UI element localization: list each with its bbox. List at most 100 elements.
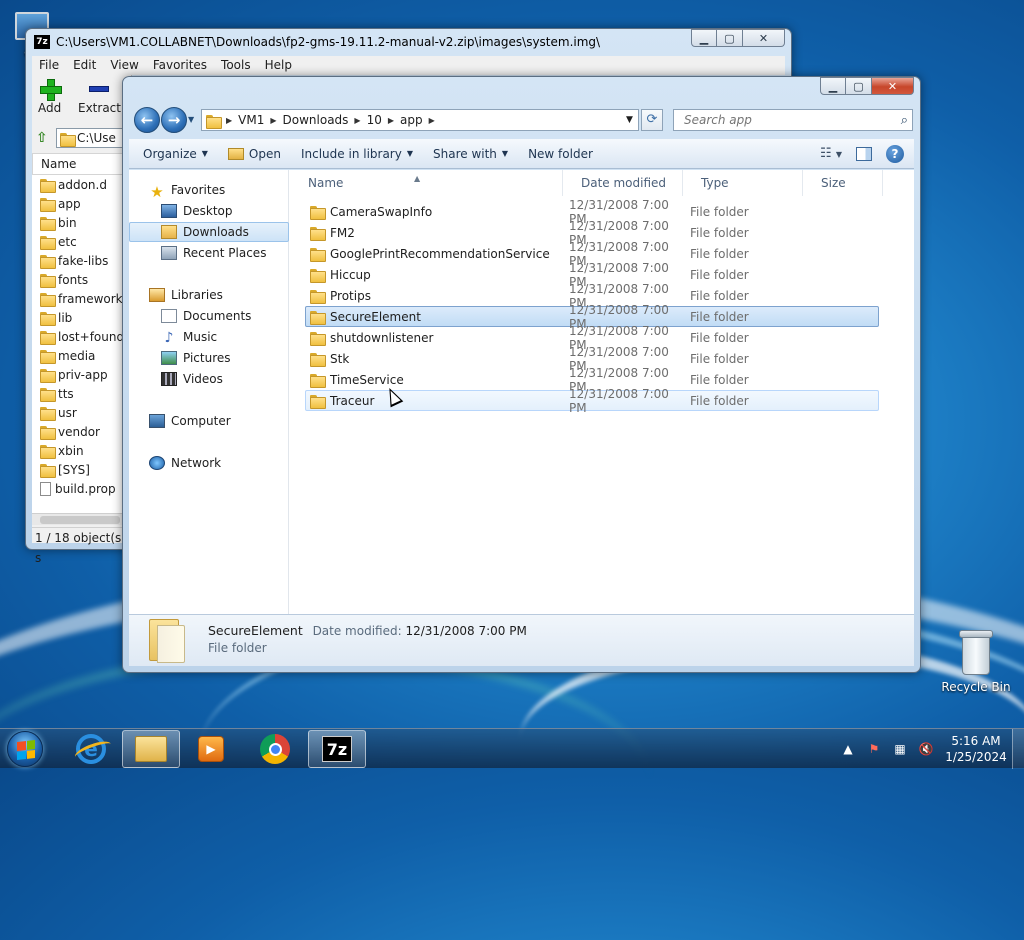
organize-button[interactable]: Organize ▼ xyxy=(129,139,218,169)
column-date-modified[interactable]: Date modified xyxy=(563,170,683,196)
search-input[interactable] xyxy=(682,112,901,128)
menu-favorites[interactable]: Favorites xyxy=(146,56,214,75)
menu-edit[interactable]: Edit xyxy=(66,56,103,75)
list-item[interactable]: addon.d xyxy=(32,175,131,194)
open-button[interactable]: Open xyxy=(218,139,291,169)
include-in-library-button[interactable]: Include in library ▼ xyxy=(291,139,423,169)
breadcrumb-vm1[interactable]: VM1 xyxy=(238,113,264,127)
extract-button[interactable]: Extract xyxy=(78,79,121,115)
breadcrumb-app[interactable]: app xyxy=(400,113,423,127)
list-item[interactable]: xbin xyxy=(32,441,131,460)
change-view-icon[interactable]: ☷ ▼ xyxy=(820,146,842,161)
column-type-label: Type xyxy=(701,176,729,190)
taskbar-internet-explorer[interactable]: e xyxy=(62,730,120,768)
start-button[interactable] xyxy=(7,731,43,767)
list-item[interactable]: media xyxy=(32,346,131,365)
desktop-icon-recycle-bin[interactable]: Recycle Bin xyxy=(940,630,1012,694)
taskbar-chrome[interactable] xyxy=(246,730,304,768)
menu-file[interactable]: File xyxy=(32,56,66,75)
nav-label: Pictures xyxy=(183,351,231,365)
explorer-close-button[interactable]: ✕ xyxy=(872,77,914,95)
list-item[interactable]: lib xyxy=(32,308,131,327)
minimize-button[interactable]: ▁ xyxy=(691,29,717,47)
nav-documents[interactable]: Documents xyxy=(129,306,289,326)
share-with-button[interactable]: Share with ▼ xyxy=(423,139,518,169)
refresh-button[interactable]: ⟳ xyxy=(641,109,663,131)
help-icon[interactable]: ? xyxy=(886,144,904,163)
column-type[interactable]: Type xyxy=(683,170,803,196)
add-button[interactable]: Add xyxy=(38,79,62,115)
nav-videos[interactable]: Videos xyxy=(129,369,289,389)
breadcrumb-separator-icon[interactable]: ▶ xyxy=(226,116,232,125)
explorer-minimize-button[interactable]: ▁ xyxy=(820,77,846,95)
list-item[interactable]: framework xyxy=(32,289,131,308)
breadcrumb-downloads[interactable]: Downloads xyxy=(283,113,349,127)
address-dropdown-icon[interactable]: ▼ xyxy=(620,115,638,125)
list-item[interactable]: lost+found xyxy=(32,327,131,346)
nav-network[interactable]: Network xyxy=(129,453,289,473)
list-item[interactable]: build.prop xyxy=(32,479,131,498)
7zip-title-text: C:\Users\VM1.COLLABNET\Downloads\fp2-gms… xyxy=(56,35,601,49)
7zip-path-box[interactable]: C:\Use xyxy=(56,128,131,148)
extract-label: Extract xyxy=(78,101,121,115)
nav-recent-places[interactable]: Recent Places xyxy=(129,243,289,263)
recycle-bin-icon xyxy=(959,630,993,676)
7zip-column-name[interactable]: Name xyxy=(32,153,131,175)
organize-label: Organize xyxy=(143,146,197,161)
menu-help[interactable]: Help xyxy=(258,56,299,75)
nav-libraries[interactable]: Libraries xyxy=(129,285,289,305)
network-status-icon[interactable]: ▦ xyxy=(892,741,908,757)
breadcrumb-separator-icon[interactable]: ▶ xyxy=(429,116,435,125)
list-item[interactable]: fake-libs xyxy=(32,251,131,270)
list-item[interactable]: [SYS] xyxy=(32,460,131,479)
sort-ascending-icon: ▲ xyxy=(414,174,421,183)
breadcrumb-separator-icon[interactable]: ▶ xyxy=(388,116,394,125)
nav-computer[interactable]: Computer xyxy=(129,411,289,431)
preview-pane-icon[interactable] xyxy=(856,146,872,161)
menu-tools[interactable]: Tools xyxy=(214,56,258,75)
breadcrumb-10[interactable]: 10 xyxy=(367,113,382,127)
new-folder-button[interactable]: New folder xyxy=(518,139,603,169)
taskbar-media-player[interactable]: ▶ xyxy=(182,730,240,768)
folder-icon xyxy=(310,373,326,388)
nav-downloads[interactable]: Downloads xyxy=(129,222,289,242)
list-item[interactable]: app xyxy=(32,194,131,213)
forward-button[interactable]: → xyxy=(161,107,187,133)
column-size[interactable]: Size xyxy=(803,170,883,196)
list-item[interactable]: bin xyxy=(32,213,131,232)
action-center-icon[interactable]: ⚑ xyxy=(866,741,882,757)
recent-pages-dropdown[interactable]: ▼ xyxy=(188,115,194,124)
search-box[interactable]: ⌕ xyxy=(673,109,913,131)
taskbar-7zip[interactable]: 7z xyxy=(308,730,366,768)
taskbar-file-explorer[interactable] xyxy=(122,730,180,768)
nav-favorites[interactable]: ★ Favorites xyxy=(129,180,289,201)
list-item[interactable]: etc xyxy=(32,232,131,251)
nav-pictures[interactable]: Pictures xyxy=(129,348,289,368)
list-item[interactable]: usr xyxy=(32,403,131,422)
volume-muted-icon[interactable]: 🔇 xyxy=(918,741,934,757)
libraries-icon xyxy=(149,288,165,302)
nav-desktop[interactable]: Desktop xyxy=(129,201,289,221)
breadcrumb-separator-icon[interactable]: ▶ xyxy=(270,116,276,125)
menu-view[interactable]: View xyxy=(103,56,145,75)
up-folder-icon[interactable]: ⇧ xyxy=(36,130,52,146)
maximize-button[interactable]: ▢ xyxy=(717,29,743,47)
explorer-maximize-button[interactable]: ▢ xyxy=(846,77,872,95)
search-icon[interactable]: ⌕ xyxy=(901,113,908,128)
show-hidden-icons-icon[interactable]: ▲ xyxy=(840,741,856,757)
horizontal-scrollbar[interactable] xyxy=(32,513,131,525)
column-size-label: Size xyxy=(821,176,846,190)
close-button[interactable]: ✕ xyxy=(743,29,785,47)
show-desktop-button[interactable] xyxy=(1012,729,1024,769)
file-type: File folder xyxy=(690,225,749,240)
back-button[interactable]: ← xyxy=(134,107,160,133)
clock[interactable]: 5:16 AM 1/25/2024 xyxy=(936,733,1016,765)
list-item[interactable]: fonts xyxy=(32,270,131,289)
column-name[interactable]: Name ▲ xyxy=(290,170,563,196)
list-item[interactable]: priv-app xyxy=(32,365,131,384)
nav-music[interactable]: ♪ Music xyxy=(129,327,289,347)
list-item[interactable]: vendor xyxy=(32,422,131,441)
breadcrumb-separator-icon[interactable]: ▶ xyxy=(354,116,360,125)
address-bar[interactable]: ▶ VM1 ▶ Downloads ▶ 10 ▶ app ▶ ▼ xyxy=(201,109,639,131)
list-item[interactable]: tts xyxy=(32,384,131,403)
